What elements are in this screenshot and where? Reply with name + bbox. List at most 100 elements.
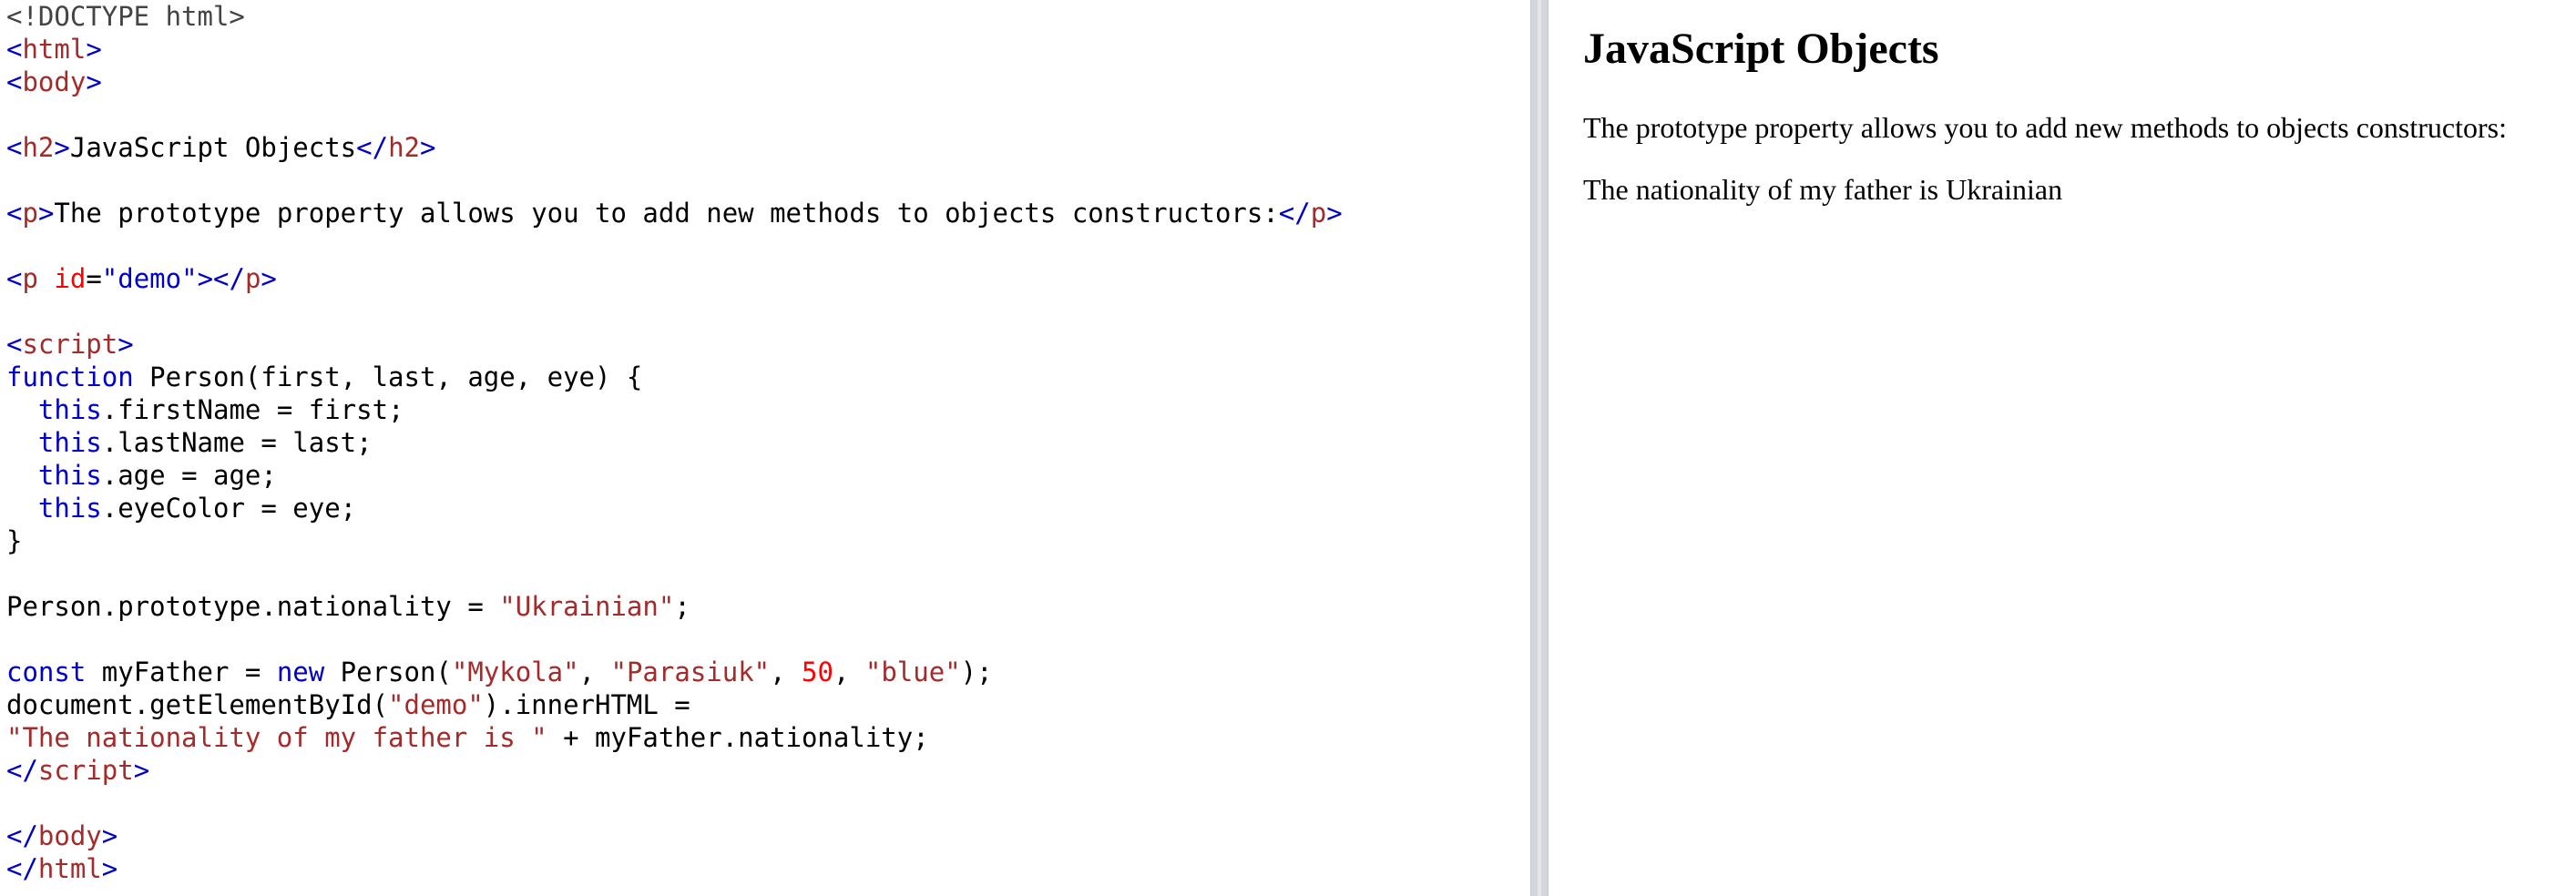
code-token: > <box>261 263 277 294</box>
code-token: p <box>22 263 38 294</box>
code-token: new <box>276 657 325 687</box>
code-line: "The nationality of my father is " + myF… <box>6 721 1530 754</box>
code-line: <body> <box>6 66 1530 98</box>
code-token: ; <box>674 591 690 622</box>
code-token: + myFather.nationality; <box>547 722 929 753</box>
code-token: > <box>86 66 102 97</box>
code-line: } <box>6 524 1530 557</box>
code-token: Person(first, last, age, eye) { <box>133 361 643 392</box>
code-token: > <box>1326 198 1343 229</box>
code-token: this <box>37 493 102 524</box>
code-token: } <box>6 525 23 556</box>
code-token: JavaScript Objects <box>69 132 357 163</box>
code-token: "demo" <box>388 689 484 720</box>
code-token: , <box>833 657 865 687</box>
code-token: "Ukrainian" <box>499 591 675 622</box>
code-line: ​ <box>6 229 1530 262</box>
code-token: document.getElementById( <box>6 689 389 720</box>
code-token: < <box>6 34 23 65</box>
code-token: html <box>37 853 102 884</box>
code-line: ​ <box>6 295 1530 328</box>
code-token: p <box>244 263 261 294</box>
code-line: <h2>JavaScript Objects</h2> <box>6 131 1530 164</box>
code-token: this <box>37 394 102 425</box>
code-token: </ <box>6 853 38 884</box>
code-line: <p id="demo"></p> <box>6 262 1530 295</box>
code-line: function Person(first, last, age, eye) { <box>6 361 1530 393</box>
result-preview-pane: JavaScript Objects The prototype propert… <box>1549 0 2576 896</box>
code-token: p <box>1310 198 1327 229</box>
code-token: < <box>6 132 23 163</box>
code-token: 50 <box>802 657 833 687</box>
code-line: this.lastName = last; <box>6 426 1530 459</box>
code-token: </ <box>356 132 389 163</box>
code-line: <html> <box>6 33 1530 66</box>
code-token: body <box>22 66 87 97</box>
code-line: this.age = age; <box>6 459 1530 492</box>
code-token: <!DOCTYPE html> <box>6 1 245 32</box>
code-line: </html> <box>6 852 1530 885</box>
code-line: this.firstName = first; <box>6 393 1530 426</box>
code-token: = <box>86 263 102 294</box>
code-token: ).innerHTML = <box>483 689 690 720</box>
code-token: Person( <box>324 657 452 687</box>
result-paragraph: The prototype property allows you to add… <box>1583 111 2508 144</box>
code-editor[interactable]: <!DOCTYPE html><html><body>​<h2>JavaScri… <box>0 0 1530 896</box>
code-line: const myFather = new Person("Mykola", "P… <box>6 656 1530 688</box>
code-token: </ <box>6 755 38 786</box>
code-token: > <box>101 820 118 851</box>
code-token: function <box>6 361 134 392</box>
code-token: this <box>37 460 102 491</box>
code-token: "demo" <box>101 263 198 294</box>
code-token: html <box>22 34 87 65</box>
code-token: The prototype property allows you to add… <box>54 198 1279 229</box>
pane-splitter-handle[interactable] <box>1530 0 1549 896</box>
result-demo-output: The nationality of my father is Ukrainia… <box>1583 173 2063 206</box>
code-token: > <box>101 853 118 884</box>
tryit-editor-app: <!DOCTYPE html><html><body>​<h2>JavaScri… <box>0 0 2576 896</box>
code-token: < <box>6 198 23 229</box>
code-token: ); <box>960 657 993 687</box>
code-token: .lastName = last; <box>101 427 373 458</box>
code-line: this.eyeColor = eye; <box>6 492 1530 524</box>
code-token: h2 <box>388 132 420 163</box>
code-token: id <box>54 263 87 294</box>
code-token: > <box>37 198 55 229</box>
code-line: ​ <box>6 787 1530 820</box>
code-line: ​ <box>6 623 1530 656</box>
code-token: const <box>6 657 87 687</box>
code-token: > <box>86 34 102 65</box>
code-token: "The nationality of my father is " <box>6 722 547 753</box>
code-lines: <!DOCTYPE html><html><body>​<h2>JavaScri… <box>6 0 1530 885</box>
code-token: .age = age; <box>101 460 277 491</box>
code-token: </ <box>1278 198 1311 229</box>
code-token: Person.prototype.nationality = <box>6 591 500 622</box>
code-line: <script> <box>6 328 1530 361</box>
result-heading: JavaScript Objects <box>1583 25 1939 73</box>
code-line: ​ <box>6 98 1530 131</box>
code-line: ​ <box>6 557 1530 590</box>
code-line: ​ <box>6 164 1530 197</box>
code-token: > <box>133 755 150 786</box>
code-token: < <box>6 66 23 97</box>
code-token: body <box>37 820 102 851</box>
code-token: p <box>22 198 38 229</box>
code-token: </ <box>6 820 38 851</box>
code-token: script <box>37 755 134 786</box>
code-token: , <box>770 657 802 687</box>
code-token: ></ <box>197 263 245 294</box>
code-token: > <box>419 132 436 163</box>
code-line: </script> <box>6 754 1530 787</box>
code-token: < <box>6 329 23 360</box>
code-token: "blue" <box>864 657 961 687</box>
code-token: > <box>54 132 70 163</box>
code-token: script <box>22 329 118 360</box>
code-line: <!DOCTYPE html> <box>6 0 1530 33</box>
code-token: h2 <box>22 132 55 163</box>
code-line: document.getElementById("demo").innerHTM… <box>6 688 1530 721</box>
